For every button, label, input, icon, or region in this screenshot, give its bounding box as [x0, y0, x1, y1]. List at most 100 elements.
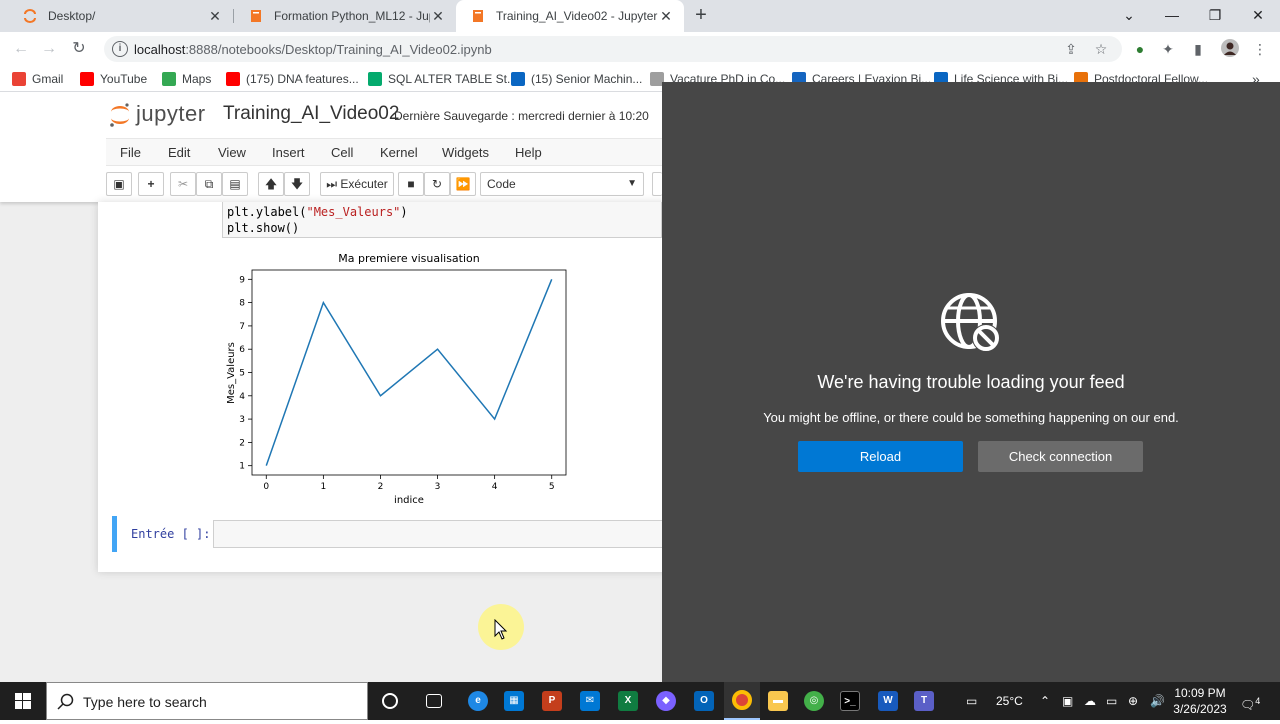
bookmark-label: SQL ALTER TABLE St...: [388, 72, 517, 86]
reload-icon[interactable]: ↻: [68, 38, 90, 60]
notebook-name[interactable]: Training_AI_Video02: [223, 103, 399, 125]
store-icon[interactable]: ▦: [496, 682, 532, 720]
excel-icon[interactable]: X: [610, 682, 646, 720]
feed-error-title: We're having trouble loading your feed: [662, 372, 1280, 393]
profile-avatar[interactable]: [1220, 39, 1240, 59]
restart-run-all-icon[interactable]: ⏩: [450, 172, 476, 196]
notebook-favicon: [470, 8, 486, 24]
check-connection-button[interactable]: Check connection: [978, 441, 1143, 472]
bookmark-senior-machine[interactable]: (15) Senior Machin...: [511, 71, 642, 87]
bookmark-youtube[interactable]: YouTube: [80, 71, 147, 87]
minimize-icon[interactable]: —: [1160, 4, 1184, 26]
chrome-icon[interactable]: [724, 682, 760, 720]
move-up-arrow-icon[interactable]: 🡅: [258, 172, 284, 196]
menu-kernel[interactable]: Kernel: [380, 145, 418, 160]
back-arrow-icon[interactable]: ←: [10, 38, 32, 60]
menu-insert[interactable]: Insert: [272, 145, 305, 160]
network-globe-icon[interactable]: ⊕: [1128, 682, 1138, 720]
cloud-icon[interactable]: ☁: [1084, 682, 1096, 720]
run-button[interactable]: ⏭ Exécuter: [320, 172, 394, 196]
tab-close-icon[interactable]: ✕: [658, 8, 674, 25]
bookmark-label: Gmail: [32, 72, 63, 86]
taskbar-search-box[interactable]: Type here to search: [46, 682, 368, 720]
gmail-icon: [12, 72, 26, 86]
extension-globe-icon[interactable]: ●: [1130, 39, 1150, 59]
window-close-icon[interactable]: ✕: [1246, 4, 1270, 26]
interrupt-stop-icon[interactable]: ■: [398, 172, 424, 196]
tab-formation-python[interactable]: Formation Python_ML12 - Jupyte ✕: [234, 0, 456, 32]
forward-arrow-icon[interactable]: →: [38, 38, 60, 60]
file-explorer-icon[interactable]: ▬: [760, 682, 796, 720]
save-icon[interactable]: ▣: [106, 172, 132, 196]
windows-start-icon[interactable]: [0, 682, 46, 720]
menu-file[interactable]: File: [120, 145, 141, 160]
paste-icon[interactable]: ▤: [222, 172, 248, 196]
bookmark-dna-features[interactable]: (175) DNA features...: [226, 71, 359, 87]
teams-icon[interactable]: T: [906, 682, 942, 720]
bookmark-star-icon[interactable]: ☆: [1092, 40, 1110, 58]
move-down-arrow-icon[interactable]: 🡇: [284, 172, 310, 196]
address-bar[interactable]: i localhost:8888/notebooks/Desktop/Train…: [104, 36, 1122, 62]
maps-icon: [162, 72, 176, 86]
volume-icon[interactable]: 🔊: [1150, 682, 1165, 720]
bookmark-maps[interactable]: Maps: [162, 71, 211, 87]
notifications-icon[interactable]: 🗨4: [1240, 682, 1260, 720]
jupyter-logo-icon[interactable]: [108, 102, 132, 128]
tab-desktop[interactable]: Desktop/ ✕: [8, 0, 233, 32]
tab-close-icon[interactable]: ✕: [430, 8, 446, 25]
menu-edit[interactable]: Edit: [168, 145, 190, 160]
browser-toolbar: ← → ↻ i localhost:8888/notebooks/Desktop…: [0, 32, 1280, 66]
news-feed-flyout: We're having trouble loading your feed Y…: [662, 82, 1280, 682]
copilot-icon[interactable]: ◆: [648, 682, 684, 720]
youtube-icon: [226, 72, 240, 86]
terminal-icon[interactable]: >_: [832, 682, 868, 720]
side-panel-icon[interactable]: ▮: [1188, 39, 1208, 59]
tab-title: Formation Python_ML12 - Jupyte: [274, 9, 430, 23]
y-tick-label: 6: [239, 345, 245, 355]
insert-cell-plus-icon[interactable]: +: [138, 172, 164, 196]
tray-chevron-up-icon[interactable]: ⌃: [1040, 682, 1050, 720]
tab-close-icon[interactable]: ✕: [207, 8, 223, 25]
menu-widgets[interactable]: Widgets: [442, 145, 489, 160]
weather-temperature[interactable]: 25°C: [996, 682, 1023, 720]
menu-help[interactable]: Help: [515, 145, 542, 160]
extensions-puzzle-icon[interactable]: ✦: [1158, 39, 1178, 59]
url-text[interactable]: localhost:8888/notebooks/Desktop/Trainin…: [134, 42, 492, 57]
menu-cell[interactable]: Cell: [331, 145, 353, 160]
browser-menu-icon[interactable]: ⋮: [1250, 39, 1270, 59]
restore-icon[interactable]: ❐: [1203, 4, 1227, 26]
code-cell-editor[interactable]: plt.ylabel("Mes_Valeurs") plt.show(): [222, 202, 662, 238]
edge-icon[interactable]: e: [460, 682, 496, 720]
restart-kernel-icon[interactable]: ↻: [424, 172, 450, 196]
cut-icon[interactable]: ✂: [170, 172, 196, 196]
battery-icon[interactable]: ▭: [1106, 682, 1117, 720]
reload-button[interactable]: Reload: [798, 441, 963, 472]
y-axis-label: Mes_Valeurs: [226, 342, 237, 404]
word-icon[interactable]: W: [870, 682, 906, 720]
meet-now-icon[interactable]: ▣: [1062, 682, 1073, 720]
mail-icon[interactable]: ✉: [572, 682, 608, 720]
input-prompt: Entrée [ ]:: [131, 527, 210, 541]
powerpoint-icon[interactable]: P: [534, 682, 570, 720]
cortana-icon[interactable]: [372, 682, 408, 720]
anaconda-icon[interactable]: ◎: [796, 682, 832, 720]
input-cell[interactable]: Entrée [ ]:: [112, 516, 662, 552]
system-clock[interactable]: 10:09 PM 3/26/2023: [1172, 685, 1228, 717]
jupyter-logo-text[interactable]: jupyter: [136, 101, 206, 127]
empty-code-input[interactable]: [213, 520, 662, 548]
share-icon[interactable]: ⇪: [1062, 40, 1080, 58]
task-view-icon[interactable]: [416, 682, 452, 720]
new-tab-button[interactable]: +: [690, 5, 712, 27]
y-tick-label: 8: [239, 299, 245, 309]
bookmark-gmail[interactable]: Gmail: [12, 71, 63, 87]
tab-training-ai[interactable]: Training_AI_Video02 - Jupyter Nc ✕: [456, 0, 684, 32]
command-palette-button[interactable]: [652, 172, 662, 196]
weather-icon[interactable]: ▭: [966, 682, 977, 720]
outlook-icon[interactable]: O: [686, 682, 722, 720]
menu-view[interactable]: View: [218, 145, 246, 160]
cell-type-select[interactable]: Code▼: [480, 172, 644, 196]
site-info-icon[interactable]: i: [112, 41, 128, 57]
tab-search-chevron-icon[interactable]: ⌄: [1117, 4, 1141, 26]
copy-icon[interactable]: ⧉: [196, 172, 222, 196]
bookmark-sql-alter[interactable]: SQL ALTER TABLE St...: [368, 71, 517, 87]
